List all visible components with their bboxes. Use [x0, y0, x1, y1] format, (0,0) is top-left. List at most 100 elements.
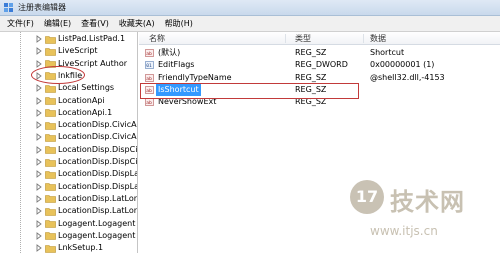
registry-editor-icon — [4, 2, 13, 12]
tree-item[interactable]: LocationDisp.CivicAd — [0, 119, 138, 131]
column-header-name[interactable]: 名称 — [143, 32, 165, 45]
column-header-data[interactable]: 数据 — [364, 32, 386, 45]
tree-item[interactable]: LocationDisp.CivicAd — [0, 131, 138, 143]
tree-item-label: LocationApi — [58, 95, 105, 105]
expand-arrow-icon[interactable] — [36, 244, 42, 252]
value-name: EditFlags — [158, 60, 195, 70]
value-data: Shortcut — [370, 48, 405, 57]
folder-icon — [45, 146, 56, 154]
tree-item-label: Local Settings — [58, 83, 115, 93]
folder-icon — [45, 97, 56, 105]
tree-item[interactable]: LocationDisp.DispLa — [0, 181, 138, 193]
expand-arrow-icon[interactable] — [36, 207, 42, 216]
folder-icon — [45, 170, 56, 179]
tree-item[interactable]: Logagent.Logagent — [0, 230, 137, 242]
value-data: @shell32.dll,-4153 — [370, 72, 445, 82]
menu-file[interactable]: 文件(F) — [2, 16, 39, 32]
tree-item[interactable]: LiveScript — [0, 45, 137, 57]
folder-icon — [45, 35, 56, 44]
tree-item-label: LocationDisp.DispCi — [58, 144, 138, 154]
expand-arrow-icon[interactable] — [36, 194, 42, 203]
tree-item-label: LocationDisp.DispLa — [58, 181, 138, 191]
string-value-icon: ab — [145, 49, 154, 57]
folder-icon — [45, 84, 56, 93]
folder-icon — [45, 121, 56, 130]
tree-item-label: Logagent.Logagent — [58, 230, 136, 240]
tree-item-label: LocationDisp.LatLor — [58, 193, 138, 203]
title-bar: 注册表编辑器 — [0, 0, 500, 16]
tree-item[interactable]: LocationDisp.LatLor — [0, 205, 138, 217]
tree-item-label: LiveScript — [58, 46, 98, 56]
folder-icon — [45, 134, 56, 142]
annotation-rectangle — [140, 83, 359, 99]
expand-arrow-icon[interactable] — [36, 219, 42, 228]
expand-arrow-icon[interactable] — [36, 96, 42, 105]
expand-arrow-icon[interactable] — [36, 145, 42, 154]
tree-item[interactable]: ListPad.ListPad.1 — [0, 33, 137, 45]
svg-text:ab: ab — [146, 76, 152, 82]
site-watermark: 17 技术网 www.itjs.cn — [350, 178, 490, 248]
value-row[interactable]: ab FriendlyTypeName REG_SZ @shell32.dll,-41… — [139, 72, 500, 84]
tree-item[interactable]: LocationDisp.DispLa — [0, 168, 137, 180]
tree-item[interactable]: Logagent.Logagent — [0, 218, 137, 230]
tree-item[interactable]: Local Settings — [0, 82, 137, 94]
expand-arrow-icon[interactable] — [36, 133, 42, 142]
tree-item[interactable]: LocationApi — [0, 95, 137, 107]
folder-icon — [45, 220, 56, 228]
tree-item[interactable]: LnkSetup.1 — [0, 242, 137, 253]
value-type: REG_DWORD — [295, 60, 348, 70]
menu-bar: 文件(F) 编辑(E) 查看(V) 收藏夹(A) 帮助(H) — [0, 16, 500, 32]
menu-favorites[interactable]: 收藏夹(A) — [114, 16, 160, 32]
tree-item-label: Logagent.Logagent — [58, 218, 136, 228]
folder-icon — [45, 109, 56, 118]
expand-arrow-icon[interactable] — [36, 231, 42, 240]
expand-arrow-icon[interactable] — [36, 47, 42, 56]
menu-help[interactable]: 帮助(H) — [160, 16, 198, 32]
svg-text:01: 01 — [146, 63, 152, 69]
watermark-text: 技术网 — [390, 188, 465, 216]
tree-item[interactable]: LocationDisp.DispCi — [0, 156, 138, 168]
folder-icon — [45, 158, 56, 167]
menu-view[interactable]: 查看(V) — [76, 16, 114, 32]
list-header: 名称 类型 数据 — [139, 32, 500, 45]
column-header-type[interactable]: 类型 — [289, 32, 311, 45]
window-title: 注册表编辑器 — [18, 3, 66, 12]
binary-value-icon: 01 — [145, 61, 154, 69]
column-divider[interactable] — [285, 34, 286, 43]
watermark-logo: 17 — [350, 180, 384, 214]
folder-icon — [45, 207, 56, 216]
value-data: 0x00000001 (1) — [370, 60, 435, 70]
registry-tree[interactable]: ListPad.ListPad.1 LiveScript LiveScript Au… — [0, 32, 138, 253]
expand-arrow-icon[interactable] — [36, 170, 42, 179]
string-value-icon: ab — [145, 98, 154, 106]
expand-arrow-icon[interactable] — [36, 182, 42, 191]
tree-item-label: LocationDisp.LatLor — [58, 206, 138, 216]
svg-text:ab: ab — [146, 100, 152, 106]
expand-arrow-icon[interactable] — [36, 121, 42, 129]
menu-edit[interactable]: 编辑(E) — [39, 16, 76, 32]
tree-item[interactable]: LocationDisp.LatLor — [0, 193, 138, 205]
value-name: (默认) — [158, 48, 181, 57]
tree-item[interactable]: LocationDisp.DispCi — [0, 144, 138, 156]
expand-arrow-icon[interactable] — [36, 158, 42, 166]
tree-item-label: LocationDisp.DispCi — [58, 157, 138, 166]
tree-item-label: LocationDisp.CivicAd — [58, 132, 138, 142]
folder-icon — [45, 244, 56, 253]
tree-item-label: ListPad.ListPad.1 — [58, 34, 126, 43]
folder-icon — [45, 183, 56, 191]
expand-arrow-icon[interactable] — [36, 108, 42, 117]
folder-icon — [45, 232, 56, 241]
tree-item-label: LocationApi.1 — [58, 107, 113, 117]
folder-icon — [45, 195, 56, 204]
expand-arrow-icon[interactable] — [36, 59, 42, 68]
tree-item[interactable]: LocationApi.1 — [0, 107, 137, 119]
expand-arrow-icon[interactable] — [36, 84, 42, 93]
expand-arrow-icon[interactable] — [36, 35, 42, 43]
value-row[interactable]: 01 EditFlags REG_DWORD 0x00000001 (1) — [139, 59, 500, 71]
tree-item-label: LnkSetup.1 — [58, 243, 104, 253]
watermark-url: www.itjs.cn — [370, 224, 438, 238]
tree-item-label: LocationDisp.CivicAd — [58, 120, 138, 130]
value-row[interactable]: ab (默认) REG_SZ Shortcut — [139, 47, 500, 59]
string-value-icon: ab — [145, 73, 154, 82]
value-name: FriendlyTypeName — [158, 72, 232, 82]
